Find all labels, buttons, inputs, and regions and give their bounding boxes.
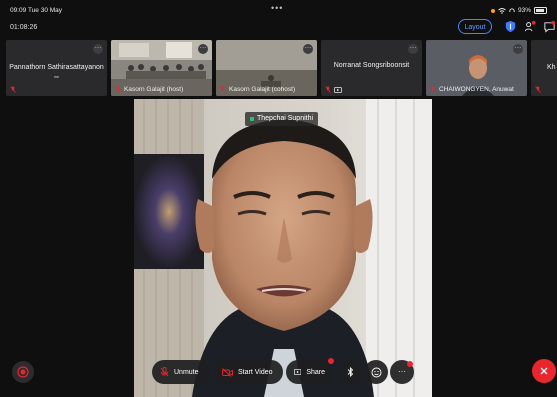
people-icon[interactable] (524, 20, 537, 33)
mic-off-icon (430, 86, 436, 93)
participant-name: CHAIWONGYEN, Anuwat (439, 86, 514, 93)
participant-name: Norranat Songsriboonsit (333, 62, 410, 69)
more-options-icon[interactable]: … (198, 43, 208, 54)
status-time-date: 09:09 Tue 30 May (10, 7, 63, 14)
battery-percent: 93% (517, 7, 531, 14)
mic-off-icon (325, 86, 331, 93)
close-icon (540, 367, 548, 375)
active-speaker-video (134, 99, 432, 397)
emoji-icon (371, 367, 381, 377)
more-options-icon[interactable]: … (513, 43, 523, 54)
more-icon: ··· (398, 367, 406, 376)
share-screen-icon (294, 369, 302, 375)
record-button[interactable] (12, 361, 34, 383)
screen-share-icon (334, 86, 342, 93)
participant-footer: Kasorn Galajit (cohost) (220, 86, 295, 93)
unmute-label: Unmute (174, 368, 199, 376)
shield-icon[interactable] (504, 20, 517, 33)
more-options-icon[interactable]: … (93, 43, 103, 54)
mic-off-icon (160, 367, 169, 377)
participant-name: Kasorn Galajit (host) (124, 86, 184, 93)
chat-icon[interactable] (543, 20, 556, 33)
start-video-button[interactable]: Start Video (214, 360, 283, 384)
battery-icon (534, 7, 547, 14)
multitasking-dots-icon[interactable]: ••• (271, 3, 283, 13)
record-icon (17, 366, 29, 378)
participant-tile[interactable]: … Norranat Songsriboonsit (321, 40, 422, 96)
unmute-button[interactable]: Unmute (152, 360, 210, 384)
participant-tile[interactable]: … CHAIWONGYEN, Anuwat (426, 40, 527, 96)
share-label: Share (306, 368, 325, 376)
more-options-icon[interactable]: … (408, 43, 418, 54)
bluetooth-icon (347, 367, 353, 377)
speaker-indicator-icon (250, 117, 254, 121)
more-notification-dot (407, 361, 413, 367)
more-options-icon[interactable]: … (303, 43, 313, 54)
mic-indicator-icon (490, 8, 495, 13)
meeting-timer: 01:08:26 (10, 24, 38, 31)
participant-footer: Kasorn Galajit (host) (115, 86, 183, 93)
wifi-icon (498, 7, 506, 14)
speaker-video-frame (134, 99, 432, 397)
participant-tile[interactable]: … Kasorn Galajit (cohost) (216, 40, 317, 96)
status-bar: 09:09 Tue 30 May ••• 93% (0, 0, 557, 16)
participant-sub: me (53, 74, 60, 79)
mic-off-icon (535, 86, 541, 93)
bluetooth-audio-button[interactable] (338, 360, 362, 384)
status-right: 93% (490, 7, 547, 14)
mic-off-icon (115, 86, 121, 93)
participant-footer (535, 86, 541, 93)
participant-tile[interactable]: Kh (531, 40, 557, 96)
end-meeting-button[interactable] (532, 359, 556, 383)
mic-off-icon (220, 86, 226, 93)
active-speaker-label: Thepchai Supnithi (245, 112, 319, 126)
participant-name: Kasorn Galajit (cohost) (229, 86, 296, 93)
start-video-label: Start Video (238, 368, 273, 376)
layout-button[interactable]: Layout (458, 19, 492, 34)
active-speaker-name: Thepchai Supnithi (257, 115, 314, 122)
participant-tile[interactable]: … Kasorn Galajit (host) (111, 40, 212, 96)
headphones-icon (509, 7, 515, 12)
participant-footer (10, 86, 16, 93)
mic-off-icon (10, 86, 16, 93)
participant-tile[interactable]: … Pannathorn Sathirasattayanon me (6, 40, 107, 96)
reactions-button[interactable] (364, 360, 388, 384)
participant-name: Pannathorn Sathirasattayanon (9, 64, 104, 71)
participant-strip: … Pannathorn Sathirasattayanon me … Kaso… (6, 40, 557, 96)
share-notification-dot (328, 358, 334, 364)
participant-footer (325, 86, 342, 93)
participant-footer: CHAIWONGYEN, Anuwat (430, 86, 514, 93)
share-button[interactable]: Share (286, 360, 333, 384)
video-off-icon (222, 367, 233, 377)
participant-name: Kh (547, 64, 556, 71)
